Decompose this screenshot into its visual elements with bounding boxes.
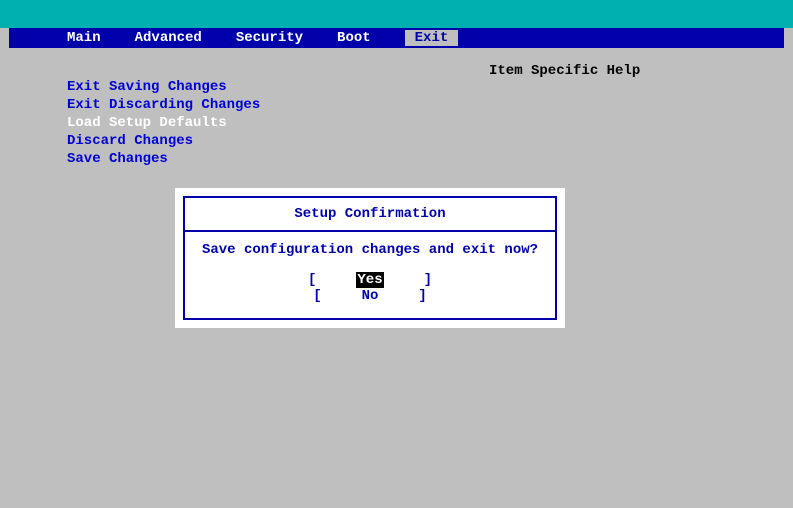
help-title: Item Specific Help [489,63,640,79]
menu-exit[interactable]: Exit [405,30,459,46]
menu-boot[interactable]: Boot [337,30,371,46]
no-button[interactable]: [No] [313,288,427,304]
save-changes[interactable]: Save Changes [67,150,260,168]
exit-discarding-changes[interactable]: Exit Discarding Changes [67,96,260,114]
menu-security[interactable]: Security [236,30,303,46]
discard-changes[interactable]: Discard Changes [67,132,260,150]
title-bar [0,0,793,28]
dialog-message: Save configuration changes and exit now? [185,232,555,272]
menu-main[interactable]: Main [67,30,101,46]
confirmation-dialog: Setup Confirmation Save configuration ch… [175,188,565,328]
dialog-inner: Setup Confirmation Save configuration ch… [183,196,557,320]
yes-button-label: Yes [356,272,383,288]
main-area: Exit Saving Changes Exit Discarding Chan… [9,48,784,503]
menu-advanced[interactable]: Advanced [135,30,202,46]
no-button-label: No [362,288,379,304]
exit-menu: Exit Saving Changes Exit Discarding Chan… [67,78,260,168]
dialog-buttons: [Yes] [No] [185,272,555,318]
menu-bar: Main Advanced Security Boot Exit [9,28,784,48]
load-setup-defaults[interactable]: Load Setup Defaults [67,114,260,132]
yes-button[interactable]: [Yes] [308,272,432,288]
help-pane: Item Specific Help [489,63,640,79]
dialog-title: Setup Confirmation [185,198,555,232]
exit-saving-changes[interactable]: Exit Saving Changes [67,78,260,96]
